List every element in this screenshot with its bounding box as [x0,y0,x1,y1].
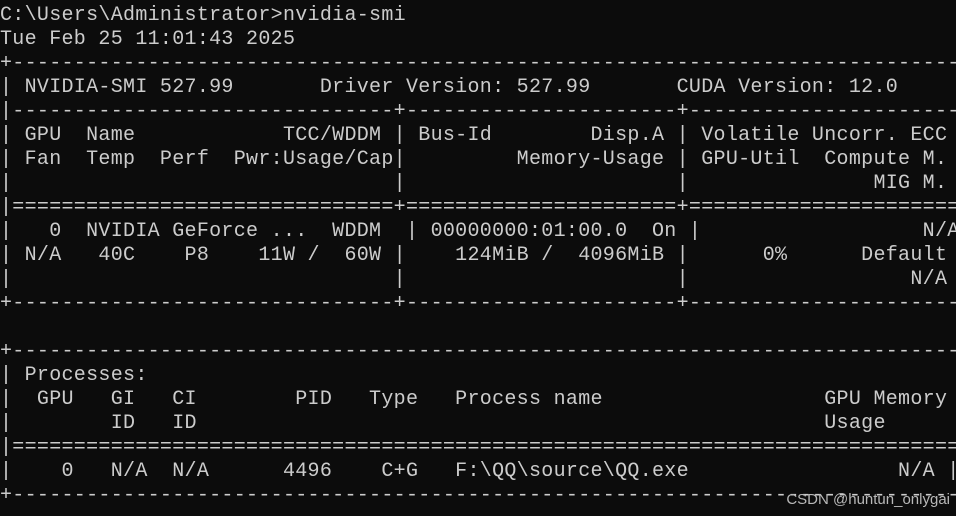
gpu-row-1: | 0 NVIDIA GeForce ... WDDM | 00000000:0… [0,220,956,243]
gpu-header-row-2: | Fan Temp Perf Pwr:Usage/Cap| Memory-Us… [0,148,956,171]
gpu-row-2: | N/A 40C P8 11W / 60W | 124MiB / 4096Mi… [0,244,956,267]
gpu-row-3: | | | N/A | [0,268,956,291]
process-row: | 0 N/A N/A 4496 C+G F:\QQ\source\QQ.exe… [0,460,956,483]
processes-double-separator: |=======================================… [0,436,956,459]
table-border: +---------------------------------------… [0,52,956,75]
processes-title: | Processes: | [0,364,956,387]
header-double-separator: |===============================+=======… [0,196,956,219]
timestamp-line: Tue Feb 25 11:01:43 2025 [0,28,296,51]
processes-header-row-2: | ID ID Usage | [0,412,956,435]
table-separator: |-------------------------------+-------… [0,100,956,123]
processes-border: +---------------------------------------… [0,340,956,363]
watermark-text: CSDN @huntun_onlygai [786,491,950,508]
processes-header-row-1: | GPU GI CI PID Type Process name GPU Me… [0,388,956,411]
command-line: C:\Users\Administrator>nvidia-smi [0,4,406,27]
gpu-header-row-1: | GPU Name TCC/WDDM | Bus-Id Disp.A | Vo… [0,124,956,147]
table-border: +-------------------------------+-------… [0,292,956,315]
smi-version-line: | NVIDIA-SMI 527.99 Driver Version: 527.… [0,76,956,99]
gpu-header-row-3: | | | MIG M. | [0,172,956,195]
terminal-output[interactable]: C:\Users\Administrator>nvidia-smi Tue Feb… [0,4,956,508]
